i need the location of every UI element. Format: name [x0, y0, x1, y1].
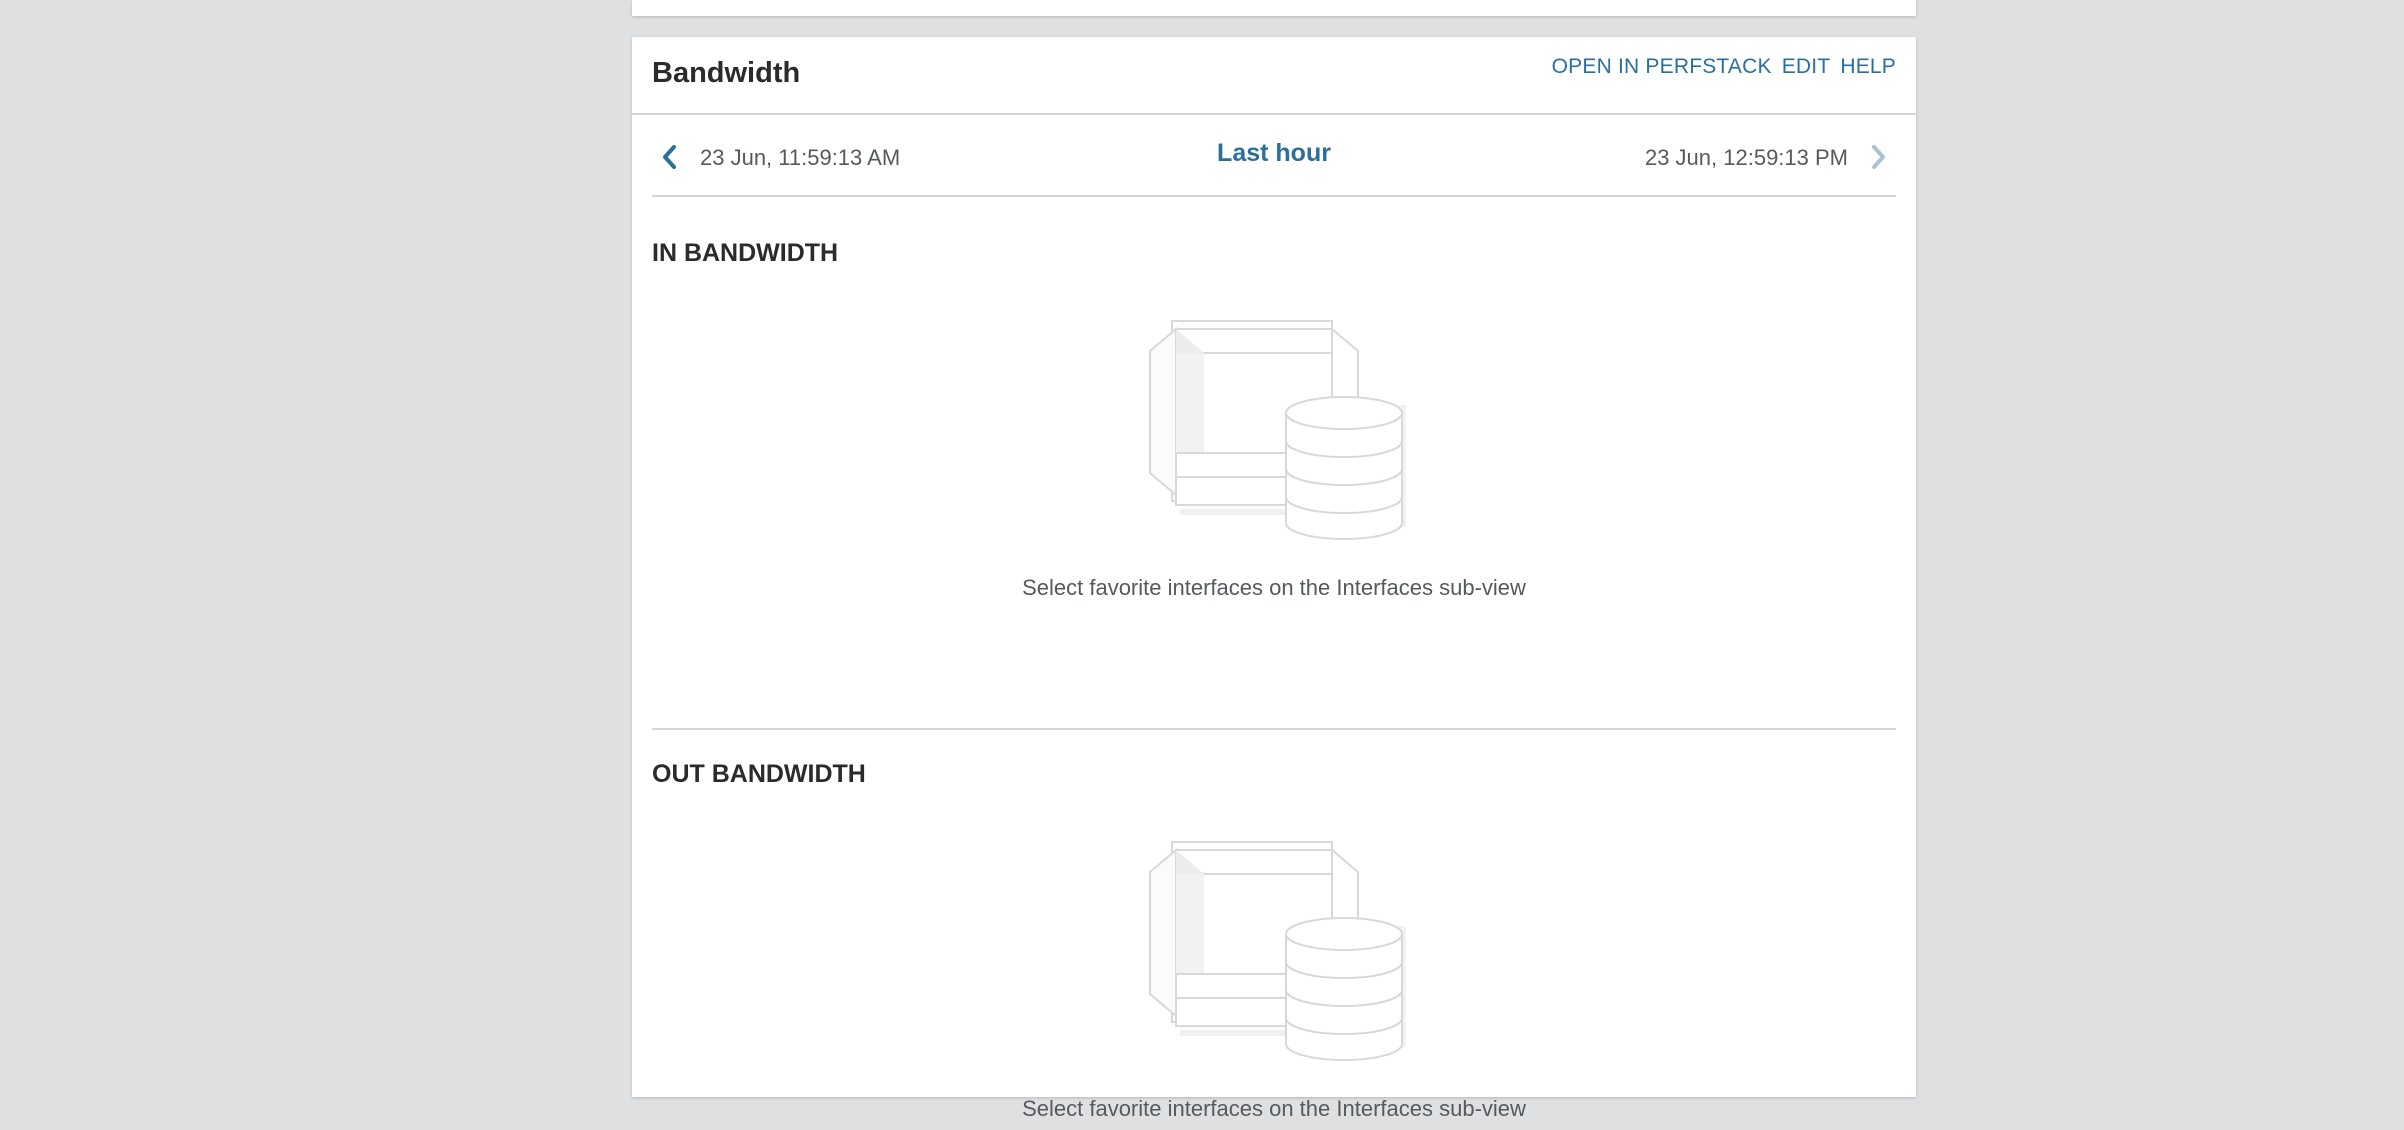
- previous-widget-card: [632, 0, 1916, 16]
- in-bandwidth-title: IN BANDWIDTH: [652, 239, 839, 267]
- help-link[interactable]: HELP: [1840, 55, 1896, 79]
- widget-actions: OPEN IN PERFSTACK EDIT HELP: [1552, 55, 1896, 79]
- widget-header: Bandwidth OPEN IN PERFSTACK EDIT HELP: [632, 37, 1916, 115]
- in-bandwidth-empty-message: Select favorite interfaces on the Interf…: [1022, 575, 1526, 600]
- range-end-time: 23 Jun, 12:59:13 PM: [1644, 145, 1848, 170]
- time-range-bar: 23 Jun, 11:59:13 AM Last hour 23 Jun, 12…: [652, 115, 1896, 197]
- no-data-illustration-icon: [1149, 320, 1406, 540]
- no-data-illustration-icon: [1149, 841, 1406, 1061]
- widget-title: Bandwidth: [652, 57, 801, 89]
- chevron-right-icon: [1872, 145, 1885, 169]
- open-in-perfstack-link[interactable]: OPEN IN PERFSTACK: [1552, 55, 1772, 79]
- in-bandwidth-section: IN BANDWIDTH Select favorite interfaces …: [652, 197, 1896, 730]
- bandwidth-widget: Bandwidth OPEN IN PERFSTACK EDIT HELP 23…: [632, 37, 1916, 1121]
- out-bandwidth-title: OUT BANDWIDTH: [652, 760, 866, 788]
- out-bandwidth-section: OUT BANDWIDTH Select favorite interfaces…: [652, 730, 1896, 1130]
- edit-link[interactable]: EDIT: [1782, 55, 1831, 79]
- out-bandwidth-empty-message: Select favorite interfaces on the Interf…: [1022, 1096, 1526, 1121]
- next-period-button[interactable]: [1866, 143, 1890, 171]
